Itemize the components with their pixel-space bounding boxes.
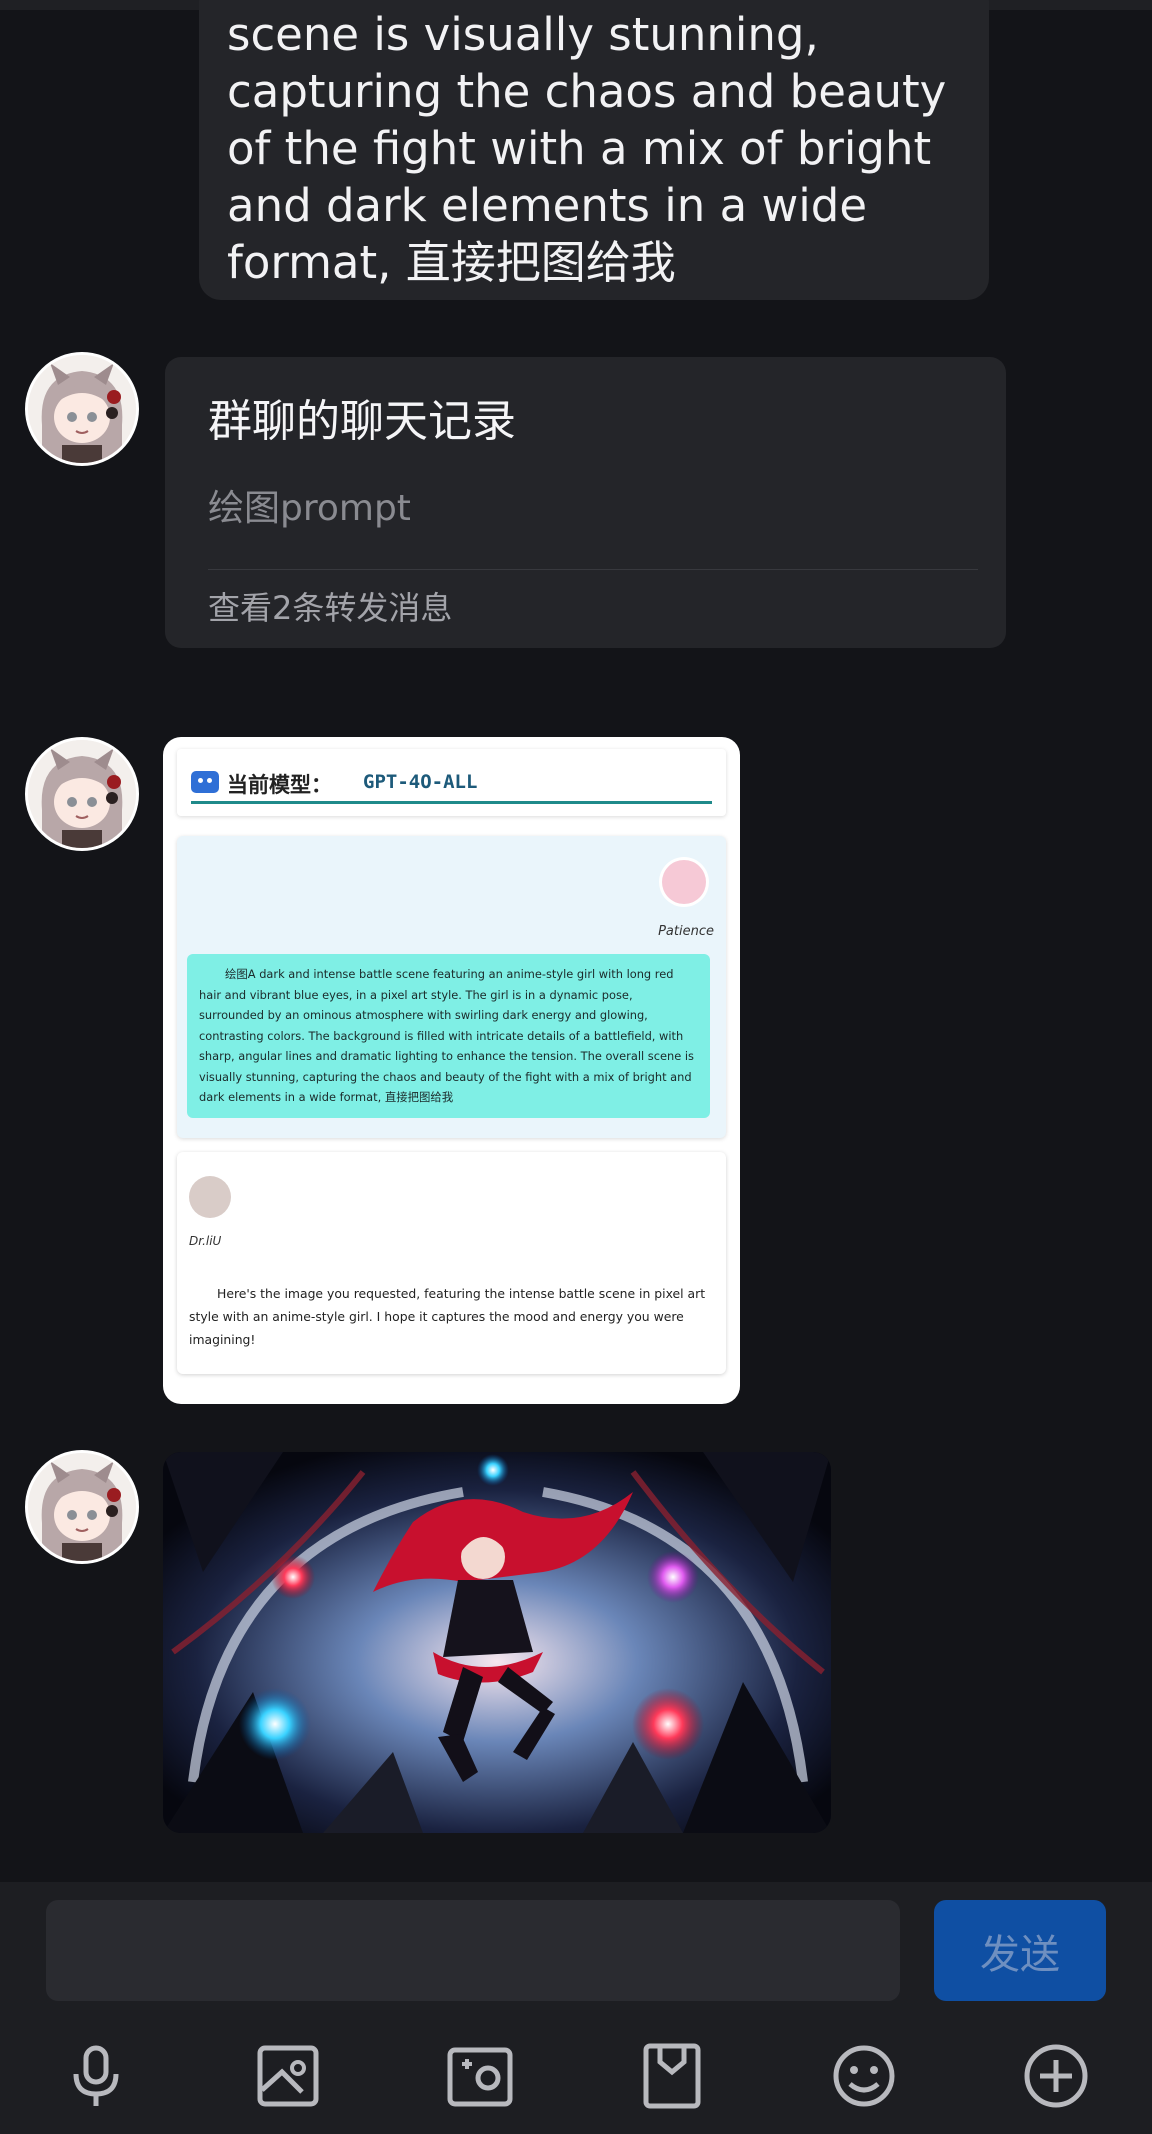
sender-avatar[interactable] [25, 737, 139, 851]
bot-name: Dr.liU [189, 1234, 222, 1248]
forwarded-card-preview: 绘图prompt [208, 488, 411, 529]
input-bar: 发送 [0, 1882, 1152, 2134]
forwarded-card-title: 群聊的聊天记录 [208, 396, 516, 447]
screenshot-image-message[interactable]: 当前模型： GPT-4O-ALL Patience 绘图A dark and i… [163, 737, 740, 1404]
microphone-icon[interactable] [60, 2040, 132, 2112]
emoji-icon[interactable] [828, 2040, 900, 2112]
file-icon[interactable] [636, 2040, 708, 2112]
forwarded-chat-card[interactable]: 群聊的聊天记录 绘图prompt 查看2条转发消息 [165, 357, 1006, 648]
bot-reply-card: Dr.liU Here's the image you requested, f… [177, 1152, 726, 1374]
outgoing-message-text: scene is visually stunning, capturing th… [227, 8, 947, 289]
generated-battle-image[interactable] [163, 1452, 831, 1833]
robot-icon [191, 771, 219, 793]
user-avatar [662, 860, 706, 904]
sender-avatar[interactable] [25, 352, 139, 466]
sender-avatar[interactable] [25, 1450, 139, 1564]
forwarded-card-divider [208, 569, 978, 570]
bot-avatar [189, 1176, 231, 1218]
model-header: 当前模型： GPT-4O-ALL [177, 749, 726, 816]
header-underline [191, 801, 712, 804]
prompt-text: 绘图A dark and intense battle scene featur… [187, 954, 710, 1118]
send-button[interactable]: 发送 [934, 1900, 1106, 2001]
model-label: 当前模型： [227, 773, 332, 797]
model-name: GPT-4O-ALL [363, 771, 478, 793]
image-icon[interactable] [252, 2040, 324, 2112]
message-input[interactable] [46, 1900, 900, 2001]
view-forwarded-messages-link[interactable]: 查看2条转发消息 [208, 583, 452, 629]
plus-icon[interactable] [1020, 2040, 1092, 2112]
user-name: Patience [658, 924, 714, 939]
bot-reply-text: Here's the image you requested, featurin… [189, 1286, 706, 1347]
user-prompt-card: Patience 绘图A dark and intense battle sce… [177, 836, 726, 1138]
outgoing-message-bubble[interactable]: scene is visually stunning, capturing th… [199, 0, 989, 300]
camera-icon[interactable] [444, 2040, 516, 2112]
